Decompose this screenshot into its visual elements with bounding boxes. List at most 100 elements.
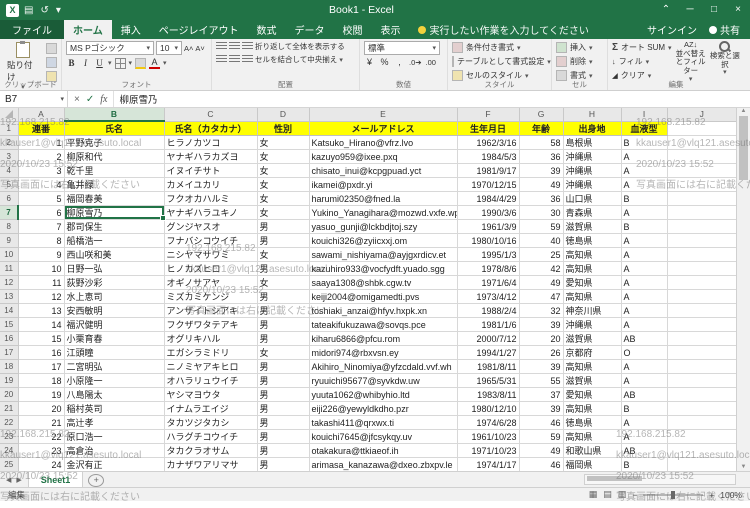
page-layout-view-button[interactable]: ▤: [603, 489, 612, 500]
cell-B13[interactable]: 水上恵司: [64, 290, 164, 304]
copy-icon[interactable]: [46, 57, 57, 68]
horizontal-scrollbar[interactable]: [584, 474, 736, 485]
row-header-22[interactable]: 22: [0, 416, 18, 430]
cell-F24[interactable]: 1971/10/23: [457, 444, 519, 458]
cell-J9[interactable]: [667, 234, 736, 248]
row-header-1[interactable]: 1: [0, 121, 18, 136]
cell-E1[interactable]: メールアドレス: [309, 121, 457, 136]
cell-E22[interactable]: takashi411@qrxwx.ti: [309, 416, 457, 430]
cell-B2[interactable]: 平野克子: [64, 136, 164, 150]
vertical-scroll-thumb[interactable]: [739, 116, 748, 180]
cell-J20[interactable]: [667, 388, 736, 402]
cell-J14[interactable]: [667, 304, 736, 318]
cell-B21[interactable]: 稲村英司: [64, 402, 164, 416]
zoom-slider[interactable]: [643, 494, 703, 496]
cell-C13[interactable]: ミズカミケンジ: [164, 290, 257, 304]
cell-H4[interactable]: 沖縄県: [563, 164, 621, 178]
maximize-button[interactable]: □: [702, 0, 726, 20]
cell-I8[interactable]: B: [621, 220, 667, 234]
vertical-scrollbar[interactable]: ▲ ▼: [736, 108, 750, 471]
align-bottom-icon[interactable]: [242, 42, 253, 51]
cell-B24[interactable]: 高倉治: [64, 444, 164, 458]
cell-E25[interactable]: arimasa_kanazawa@dxeo.zbxpv.le: [309, 458, 457, 472]
cell-I21[interactable]: B: [621, 402, 667, 416]
row-header-6[interactable]: 6: [0, 192, 18, 206]
cell-E14[interactable]: toshiaki_anzai@hfyv.hxpk.xn: [309, 304, 457, 318]
cell-E9[interactable]: kouichi326@zyiicxxj.om: [309, 234, 457, 248]
cell-B22[interactable]: 高辻孝: [64, 416, 164, 430]
cell-H12[interactable]: 愛知県: [563, 276, 621, 290]
cell-E8[interactable]: yasuo_gunji@lckbdjtoj.szy: [309, 220, 457, 234]
cell-F7[interactable]: 1990/3/6: [457, 206, 519, 220]
cell-F19[interactable]: 1965/5/31: [457, 374, 519, 388]
undo-icon[interactable]: ↺: [40, 5, 48, 16]
cell-C5[interactable]: カメイユカリ: [164, 178, 257, 192]
cell-J2[interactable]: [667, 136, 736, 150]
scroll-up-icon[interactable]: ▲: [741, 108, 747, 114]
cell-H6[interactable]: 山口県: [563, 192, 621, 206]
cell-I1[interactable]: 血液型: [621, 121, 667, 136]
cell-J24[interactable]: [667, 444, 736, 458]
row-header-23[interactable]: 23: [0, 430, 18, 444]
cell-J13[interactable]: [667, 290, 736, 304]
qat-customize-icon[interactable]: ▾: [56, 5, 61, 16]
cell-E19[interactable]: ryuuichi95677@syvkdw.uw: [309, 374, 457, 388]
cell-D15[interactable]: 男: [257, 318, 309, 332]
cell-C19[interactable]: オハラリュウイチ: [164, 374, 257, 388]
cell-E15[interactable]: tateakifukuzawa@sovqs.pce: [309, 318, 457, 332]
cell-I7[interactable]: A: [621, 206, 667, 220]
cell-G25[interactable]: 46: [519, 458, 563, 472]
cell-H17[interactable]: 京都府: [563, 346, 621, 360]
cell-J16[interactable]: [667, 332, 736, 346]
cell-A10[interactable]: 9: [18, 248, 64, 262]
cell-H8[interactable]: 滋賀県: [563, 220, 621, 234]
formula-input[interactable]: 柳原雪乃: [114, 91, 750, 107]
cell-H2[interactable]: 島根県: [563, 136, 621, 150]
cell-C2[interactable]: ヒラノカツコ: [164, 136, 257, 150]
row-header-14[interactable]: 14: [0, 304, 18, 318]
cell-D6[interactable]: 女: [257, 192, 309, 206]
cell-D3[interactable]: 女: [257, 150, 309, 164]
row-header-10[interactable]: 10: [0, 248, 18, 262]
page-break-view-button[interactable]: ▥: [618, 489, 627, 500]
cell-G11[interactable]: 42: [519, 262, 563, 276]
cell-C23[interactable]: ハラグチコウイチ: [164, 430, 257, 444]
font-size-combo[interactable]: 10▾: [156, 41, 182, 55]
cell-C7[interactable]: ヤナギハラユキノ: [164, 206, 257, 220]
cell-I2[interactable]: B: [621, 136, 667, 150]
cell-F23[interactable]: 1961/10/23: [457, 430, 519, 444]
cell-F2[interactable]: 1962/3/16: [457, 136, 519, 150]
cell-B12[interactable]: 荻野沙彩: [64, 276, 164, 290]
cell-G19[interactable]: 55: [519, 374, 563, 388]
cell-F1[interactable]: 生年月日: [457, 121, 519, 136]
cell-J15[interactable]: [667, 318, 736, 332]
cell-I11[interactable]: A: [621, 262, 667, 276]
cell-D20[interactable]: 男: [257, 388, 309, 402]
cell-F18[interactable]: 1981/8/11: [457, 360, 519, 374]
cell-G23[interactable]: 59: [519, 430, 563, 444]
cell-I4[interactable]: A: [621, 164, 667, 178]
cell-J5[interactable]: [667, 178, 736, 192]
align-center-icon[interactable]: [229, 55, 240, 64]
cell-H3[interactable]: 沖縄県: [563, 150, 621, 164]
cut-icon[interactable]: [46, 43, 57, 54]
cell-E23[interactable]: kouichi7645@jfcsykqy.uv: [309, 430, 457, 444]
number-format-combo[interactable]: 標準▾: [364, 41, 440, 55]
cell-A16[interactable]: 15: [18, 332, 64, 346]
cell-H10[interactable]: 高知県: [563, 248, 621, 262]
cell-I12[interactable]: A: [621, 276, 667, 290]
cell-H9[interactable]: 徳島県: [563, 234, 621, 248]
share-button[interactable]: 共有: [709, 22, 740, 37]
cell-E21[interactable]: eiji226@yewyldkdho.pzr: [309, 402, 457, 416]
sign-in-button[interactable]: サインイン: [647, 22, 697, 37]
sort-filter-button[interactable]: AZ↓ 並べ替えとフィルター▾: [676, 41, 706, 84]
tab-データ[interactable]: データ: [286, 20, 334, 39]
cell-J21[interactable]: [667, 402, 736, 416]
cell-I19[interactable]: A: [621, 374, 667, 388]
cell-F8[interactable]: 1961/3/9: [457, 220, 519, 234]
insert-cells-button[interactable]: 挿入▾: [556, 41, 603, 54]
cell-J7[interactable]: [667, 206, 736, 220]
cell-D10[interactable]: 女: [257, 248, 309, 262]
cell-C24[interactable]: タカクラオサム: [164, 444, 257, 458]
cell-G3[interactable]: 36: [519, 150, 563, 164]
